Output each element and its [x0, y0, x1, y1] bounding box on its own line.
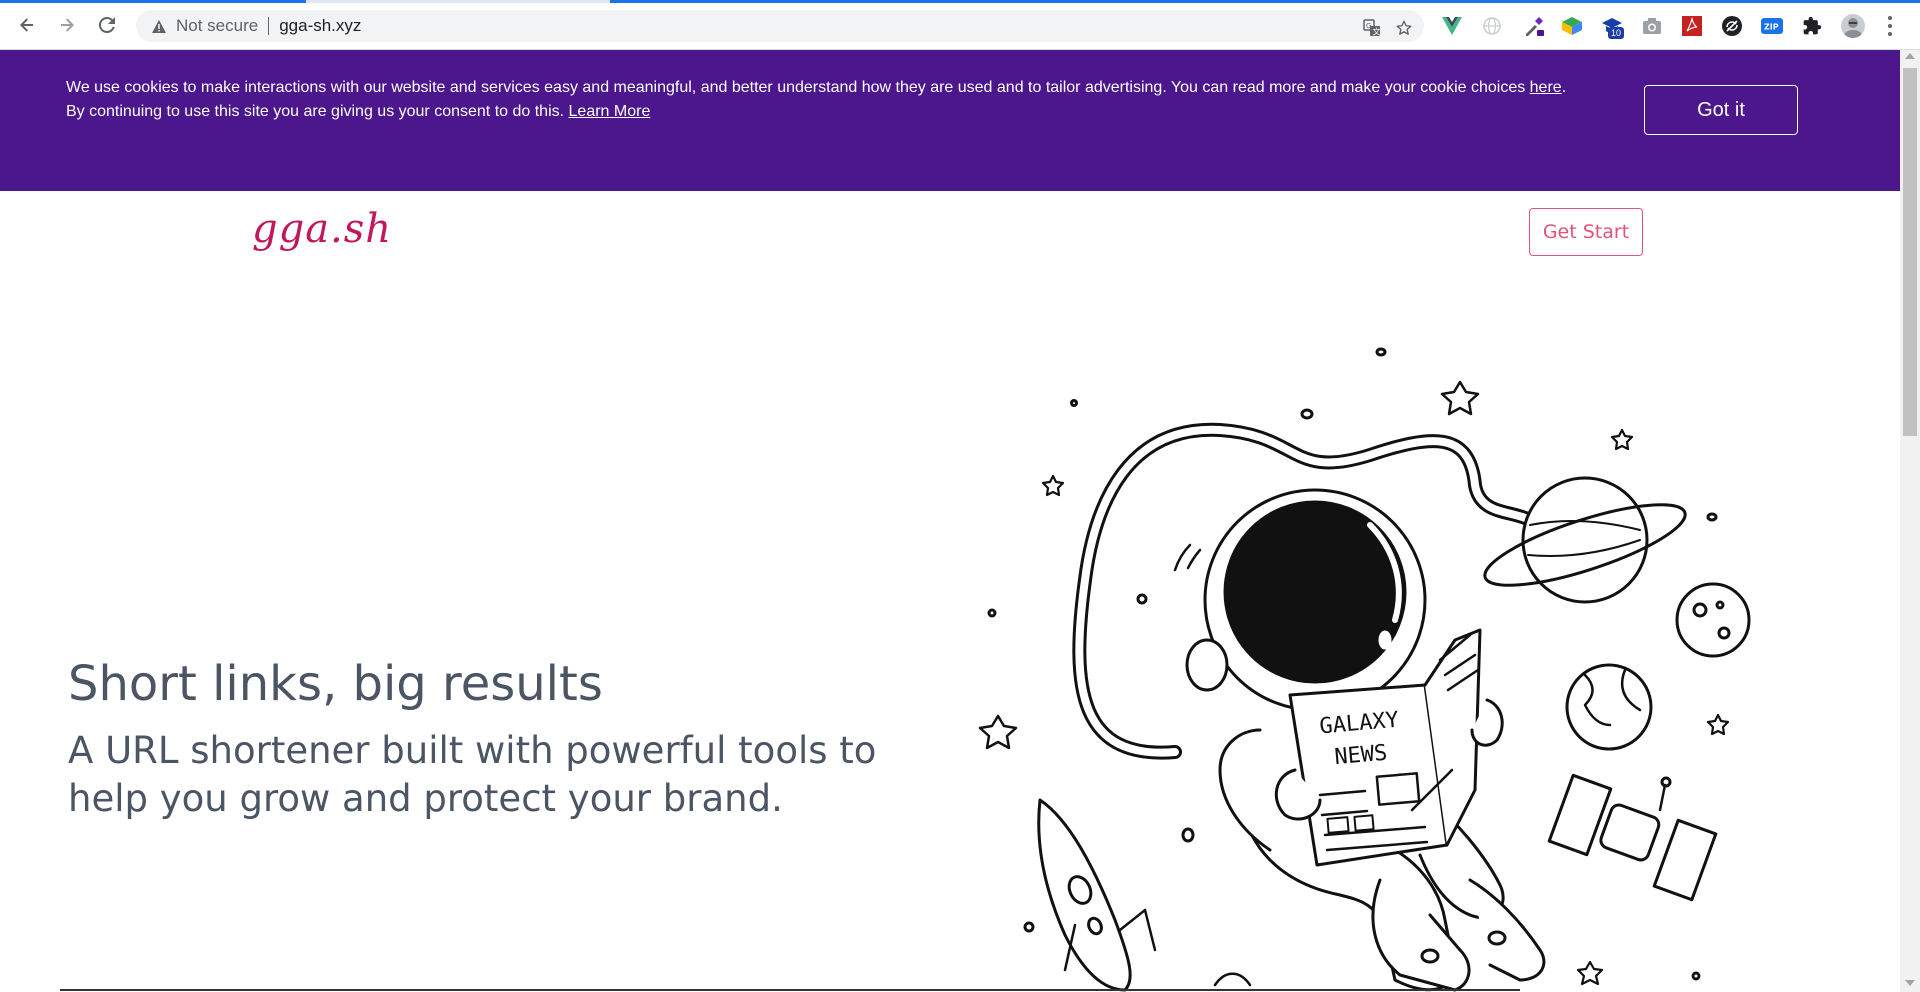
hero-subtitle: A URL shortener built with powerful tool… — [68, 729, 877, 820]
pdf-icon[interactable] — [1681, 15, 1703, 37]
site-logo[interactable]: gga.sh — [252, 206, 392, 252]
svg-text:G: G — [1366, 22, 1371, 30]
scroll-thumb[interactable] — [1903, 68, 1917, 436]
translate-icon[interactable]: 文G — [1362, 18, 1382, 38]
reload-icon[interactable] — [95, 13, 119, 37]
eyedropper-icon[interactable] — [1523, 15, 1545, 37]
loading-bar — [0, 0, 1920, 3]
got-it-button[interactable]: Got it — [1644, 85, 1798, 135]
browser-toolbar: Not secure gga-sh.xyz 文G 10 ZIP — [0, 0, 1920, 50]
cookie-consent-text: By continuing to use this site you are g… — [66, 103, 569, 120]
cookie-here-link[interactable]: here — [1530, 79, 1562, 96]
bookmark-star-icon[interactable] — [1394, 18, 1414, 38]
refresh-circle-icon[interactable] — [1721, 15, 1743, 37]
security-label[interactable]: Not secure — [176, 16, 258, 36]
puzzle-icon[interactable] — [1801, 15, 1823, 37]
scroll-up-arrow-icon[interactable] — [1905, 53, 1915, 59]
extension-badge: 10 — [1608, 27, 1625, 39]
address-bar[interactable]: Not secure gga-sh.xyz 文G — [136, 10, 1424, 42]
back-icon[interactable] — [15, 13, 39, 37]
hero-title: Short links, big results — [68, 656, 603, 712]
cookie-message: We use cookies to make interactions with… — [66, 76, 1606, 124]
cookie-text: We use cookies to make interactions with… — [66, 79, 1530, 96]
forward-icon[interactable] — [55, 13, 79, 37]
learn-more-link[interactable]: Learn More — [569, 103, 651, 120]
camera-icon[interactable] — [1641, 15, 1663, 37]
get-start-button[interactable]: Get Start — [1529, 208, 1643, 256]
profile-avatar[interactable] — [1841, 14, 1865, 38]
svg-text:ZIP: ZIP — [1764, 23, 1779, 32]
globe-icon[interactable] — [1481, 15, 1503, 37]
newspaper-news-text: NEWS — [1333, 741, 1388, 771]
vue-devtools-icon[interactable] — [1441, 15, 1463, 37]
warning-icon — [150, 17, 168, 35]
url-text[interactable]: gga-sh.xyz — [279, 16, 361, 36]
astronaut-illustration: GALAXY NEWS — [978, 347, 1751, 992]
zip-icon[interactable]: ZIP — [1761, 15, 1783, 37]
svg-text:文: 文 — [1373, 27, 1381, 37]
cookie-banner: We use cookies to make interactions with… — [0, 50, 1900, 191]
colorful-cube-icon[interactable] — [1561, 15, 1583, 37]
browser-menu-icon[interactable] — [1884, 14, 1896, 38]
cookie-text-end: . — [1561, 79, 1567, 96]
section-divider — [60, 989, 1520, 991]
scroll-down-arrow-icon[interactable] — [1905, 980, 1915, 986]
